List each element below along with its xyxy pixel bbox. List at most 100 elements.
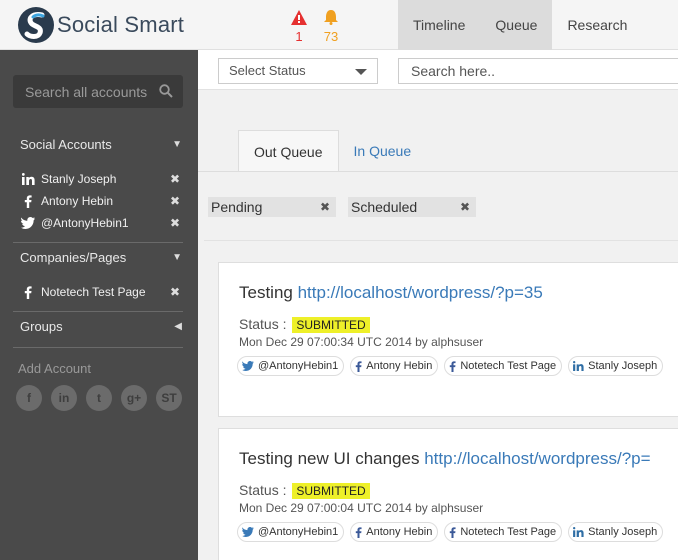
add-linkedin-button[interactable]: in	[51, 385, 77, 411]
add-account-buttons: f in t g+ ST	[16, 385, 182, 411]
post-search	[398, 58, 678, 84]
twitter-icon	[242, 361, 254, 371]
tab-in-queue[interactable]: In Queue	[339, 130, 427, 172]
twitter-icon	[20, 217, 36, 229]
tag-label: Stanly Joseph	[588, 526, 658, 538]
divider	[13, 311, 183, 312]
add-twitter-button[interactable]: t	[86, 385, 112, 411]
status-badge: SUBMITTED	[292, 483, 370, 499]
notifications-indicator[interactable]: 73	[316, 10, 346, 44]
post-status: Status : SUBMITTED	[239, 316, 370, 333]
main-nav: Timeline Queue Research	[398, 0, 642, 50]
tag-label: Antony Hebin	[366, 360, 433, 372]
account-search	[13, 75, 183, 108]
post-link[interactable]: http://localhost/wordpress/?p=35	[298, 283, 543, 302]
post-status: Status : SUBMITTED	[239, 482, 370, 499]
remove-chip-icon[interactable]: ✖	[460, 197, 470, 217]
remove-chip-icon[interactable]: ✖	[320, 197, 330, 217]
search-icon[interactable]	[159, 84, 173, 103]
caret-down-icon: ▼	[172, 139, 182, 150]
warning-icon	[291, 10, 307, 25]
nav-queue[interactable]: Queue	[480, 0, 553, 50]
filter-chip-scheduled[interactable]: Scheduled ✖	[348, 197, 476, 217]
linkedin-icon	[573, 361, 584, 371]
facebook-icon	[20, 194, 36, 208]
tab-out-queue[interactable]: Out Queue	[238, 130, 339, 172]
tag-label: Notetech Test Page	[460, 526, 557, 538]
remove-icon[interactable]: ✖	[170, 216, 180, 230]
alerts-indicator[interactable]: 1	[284, 10, 314, 44]
company-item-facebook[interactable]: Notetech Test Page ✖	[20, 285, 180, 299]
twitter-icon	[242, 527, 254, 537]
alerts-count: 1	[295, 29, 303, 44]
chip-label: Pending	[211, 199, 263, 215]
tag-label: Stanly Joseph	[588, 360, 658, 372]
account-name: Stanly Joseph	[41, 172, 117, 186]
post-meta: Mon Dec 29 07:00:34 UTC 2014 by alphsuse…	[239, 335, 484, 349]
bell-icon	[324, 10, 338, 25]
app-logo[interactable]: Social Smart	[18, 6, 184, 44]
post-card: Testing http://localhost/wordpress/?p=35…	[218, 262, 678, 417]
account-search-input[interactable]	[13, 75, 163, 108]
tag-label: @AntonyHebin1	[258, 526, 339, 538]
remove-icon[interactable]: ✖	[170, 194, 180, 208]
status-label: Status :	[239, 316, 287, 332]
account-item-facebook[interactable]: Antony Hebin ✖	[20, 194, 180, 208]
linkedin-icon	[20, 173, 36, 185]
account-name: Antony Hebin	[41, 194, 114, 208]
add-facebook-button[interactable]: f	[16, 385, 42, 411]
target-tag-linkedin: Stanly Joseph	[568, 356, 664, 376]
logo-word-smart: Smart	[118, 12, 185, 37]
filter-chip-pending[interactable]: Pending ✖	[208, 197, 336, 217]
status-badge: SUBMITTED	[292, 317, 370, 333]
account-name: @AntonyHebin1	[41, 216, 129, 230]
logo-mark	[18, 7, 54, 43]
queue-tabs: Out Queue In Queue	[238, 130, 426, 172]
post-search-input[interactable]	[399, 59, 678, 83]
social-accounts-label: Social Accounts	[20, 137, 112, 152]
add-socialtools-button[interactable]: ST	[156, 385, 182, 411]
status-label: Status :	[239, 482, 287, 498]
tab-divider	[198, 171, 678, 172]
post-title-text: Testing new UI changes	[239, 449, 425, 468]
groups-label: Groups	[20, 319, 63, 334]
caret-left-icon: ◀	[174, 321, 182, 332]
social-accounts-header[interactable]: Social Accounts ▼	[20, 137, 182, 152]
facebook-icon	[449, 526, 456, 538]
filter-bar: Select Status	[198, 50, 678, 90]
target-tag-facebook: Antony Hebin	[350, 356, 439, 376]
divider	[13, 347, 183, 348]
groups-header[interactable]: Groups ◀	[20, 319, 182, 334]
status-select[interactable]: Select Status	[218, 58, 378, 84]
remove-icon[interactable]: ✖	[170, 285, 180, 299]
sidebar: Social Accounts ▼ Stanly Joseph ✖ Antony…	[0, 50, 198, 560]
logo-word-social: Social	[57, 12, 119, 37]
account-item-linkedin[interactable]: Stanly Joseph ✖	[20, 172, 180, 186]
remove-icon[interactable]: ✖	[170, 172, 180, 186]
logo-text: Social Smart	[57, 12, 184, 38]
target-tag-facebook: Antony Hebin	[350, 522, 439, 542]
facebook-icon	[20, 285, 36, 299]
main-content: Select Status Out Queue In Queue Pending…	[198, 50, 678, 560]
company-name: Notetech Test Page	[41, 285, 146, 299]
nav-research[interactable]: Research	[552, 0, 642, 50]
companies-label: Companies/Pages	[20, 250, 127, 265]
post-title-text: Testing	[239, 283, 298, 302]
caret-down-icon: ▼	[172, 252, 182, 263]
target-tag-twitter: @AntonyHebin1	[237, 522, 345, 542]
divider	[13, 242, 183, 243]
post-link[interactable]: http://localhost/wordpress/?p=	[424, 449, 650, 468]
target-tag-twitter: @AntonyHebin1	[237, 356, 345, 376]
post-meta: Mon Dec 29 07:00:04 UTC 2014 by alphsuse…	[239, 501, 484, 515]
nav-timeline[interactable]: Timeline	[398, 0, 481, 50]
chip-label: Scheduled	[351, 199, 418, 215]
companies-header[interactable]: Companies/Pages ▼	[20, 250, 182, 265]
add-googleplus-button[interactable]: g+	[121, 385, 147, 411]
post-title: Testing new UI changes http://localhost/…	[239, 449, 651, 469]
target-tag-facebook: Notetech Test Page	[444, 522, 563, 542]
tag-label: Notetech Test Page	[460, 360, 557, 372]
post-card: Testing new UI changes http://localhost/…	[218, 428, 678, 560]
divider	[204, 240, 678, 241]
facebook-icon	[355, 360, 362, 372]
account-item-twitter[interactable]: @AntonyHebin1 ✖	[20, 216, 180, 230]
